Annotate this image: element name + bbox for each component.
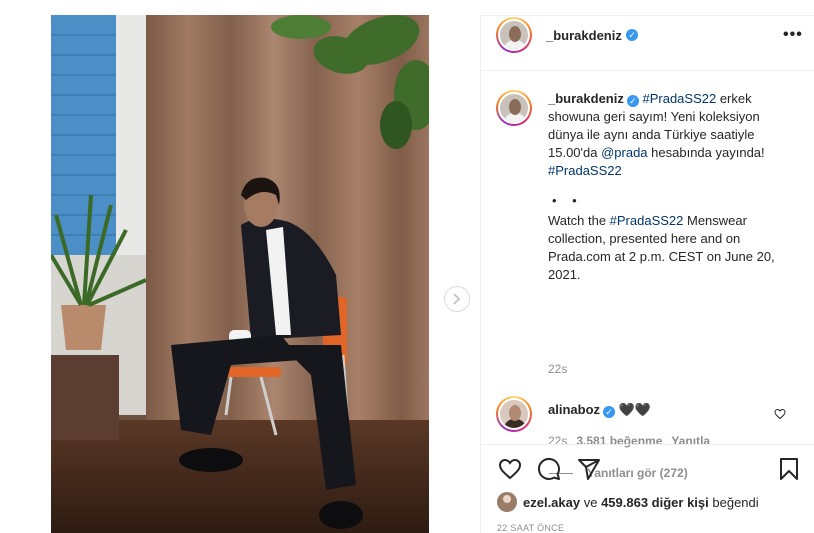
hashtag-link[interactable]: #PradaSS22 [642,91,716,106]
post-actions: ezel.akay ve 459.863 diğer kişi beğendi … [481,444,814,533]
more-options-button[interactable]: ••• [783,26,803,44]
comments-section: _burakdeniz ✓ #PradaSS22 erkek showuna ge… [481,72,814,480]
caption-time[interactable]: 22s [548,362,567,376]
caption-text: _burakdeniz ✓ #PradaSS22 erkek showuna ge… [548,90,798,284]
mention-link[interactable]: @prada [601,145,647,160]
caption-fragment: hesabında yayında! [647,145,765,160]
verified-badge-icon: ✓ [603,406,616,418]
like-comment-heart-icon[interactable] [774,408,786,420]
comment-body: 🖤🖤 [618,402,652,417]
comment-text: alinaboz ✓ 🖤🖤 [548,402,651,418]
post-timestamp[interactable]: 22 SAAT ÖNCE [497,523,564,533]
commenter-username[interactable]: alinaboz [548,402,600,417]
next-photo-button[interactable] [444,286,470,312]
author-avatar[interactable] [496,17,532,53]
likes-count[interactable]: 459.863 diğer kişi [601,495,709,510]
share-icon[interactable] [577,457,601,481]
caption-avatar[interactable] [496,90,532,126]
likes-suffix: beğendi [708,494,759,510]
liker-username[interactable]: ezel.akay [523,495,580,510]
liker-avatar[interactable] [497,492,517,512]
likes-connector: ve [580,494,602,510]
post-detail-panel: _burakdeniz ✓ ••• _burakdeniz ✓ #PradaSS2… [480,15,814,533]
author-username[interactable]: _burakdeniz [546,28,622,43]
verified-badge-icon: ✓ [626,95,639,107]
caption-dots: • • [552,193,583,208]
chevron-right-icon [453,293,461,305]
caption-username[interactable]: _burakdeniz [548,91,624,106]
heart-icon[interactable] [497,457,523,481]
post-media-area [0,0,480,533]
commenter-avatar[interactable] [496,396,532,432]
post-header: _burakdeniz ✓ ••• [481,16,814,71]
likes-summary: ezel.akay ve 459.863 diğer kişi beğendi [497,492,759,512]
bookmark-icon[interactable] [778,457,800,481]
comment-icon[interactable] [537,457,561,481]
photo-illustration [51,15,429,533]
hashtag-link[interactable]: #PradaSS22 [548,163,622,178]
post-photo[interactable] [51,15,429,533]
hashtag-link[interactable]: #PradaSS22 [610,213,684,228]
caption-fragment: Watch the [548,213,610,228]
caption-english: Watch the #PradaSS22 Menswear collection… [548,212,798,284]
verified-badge-icon: ✓ [626,29,638,41]
